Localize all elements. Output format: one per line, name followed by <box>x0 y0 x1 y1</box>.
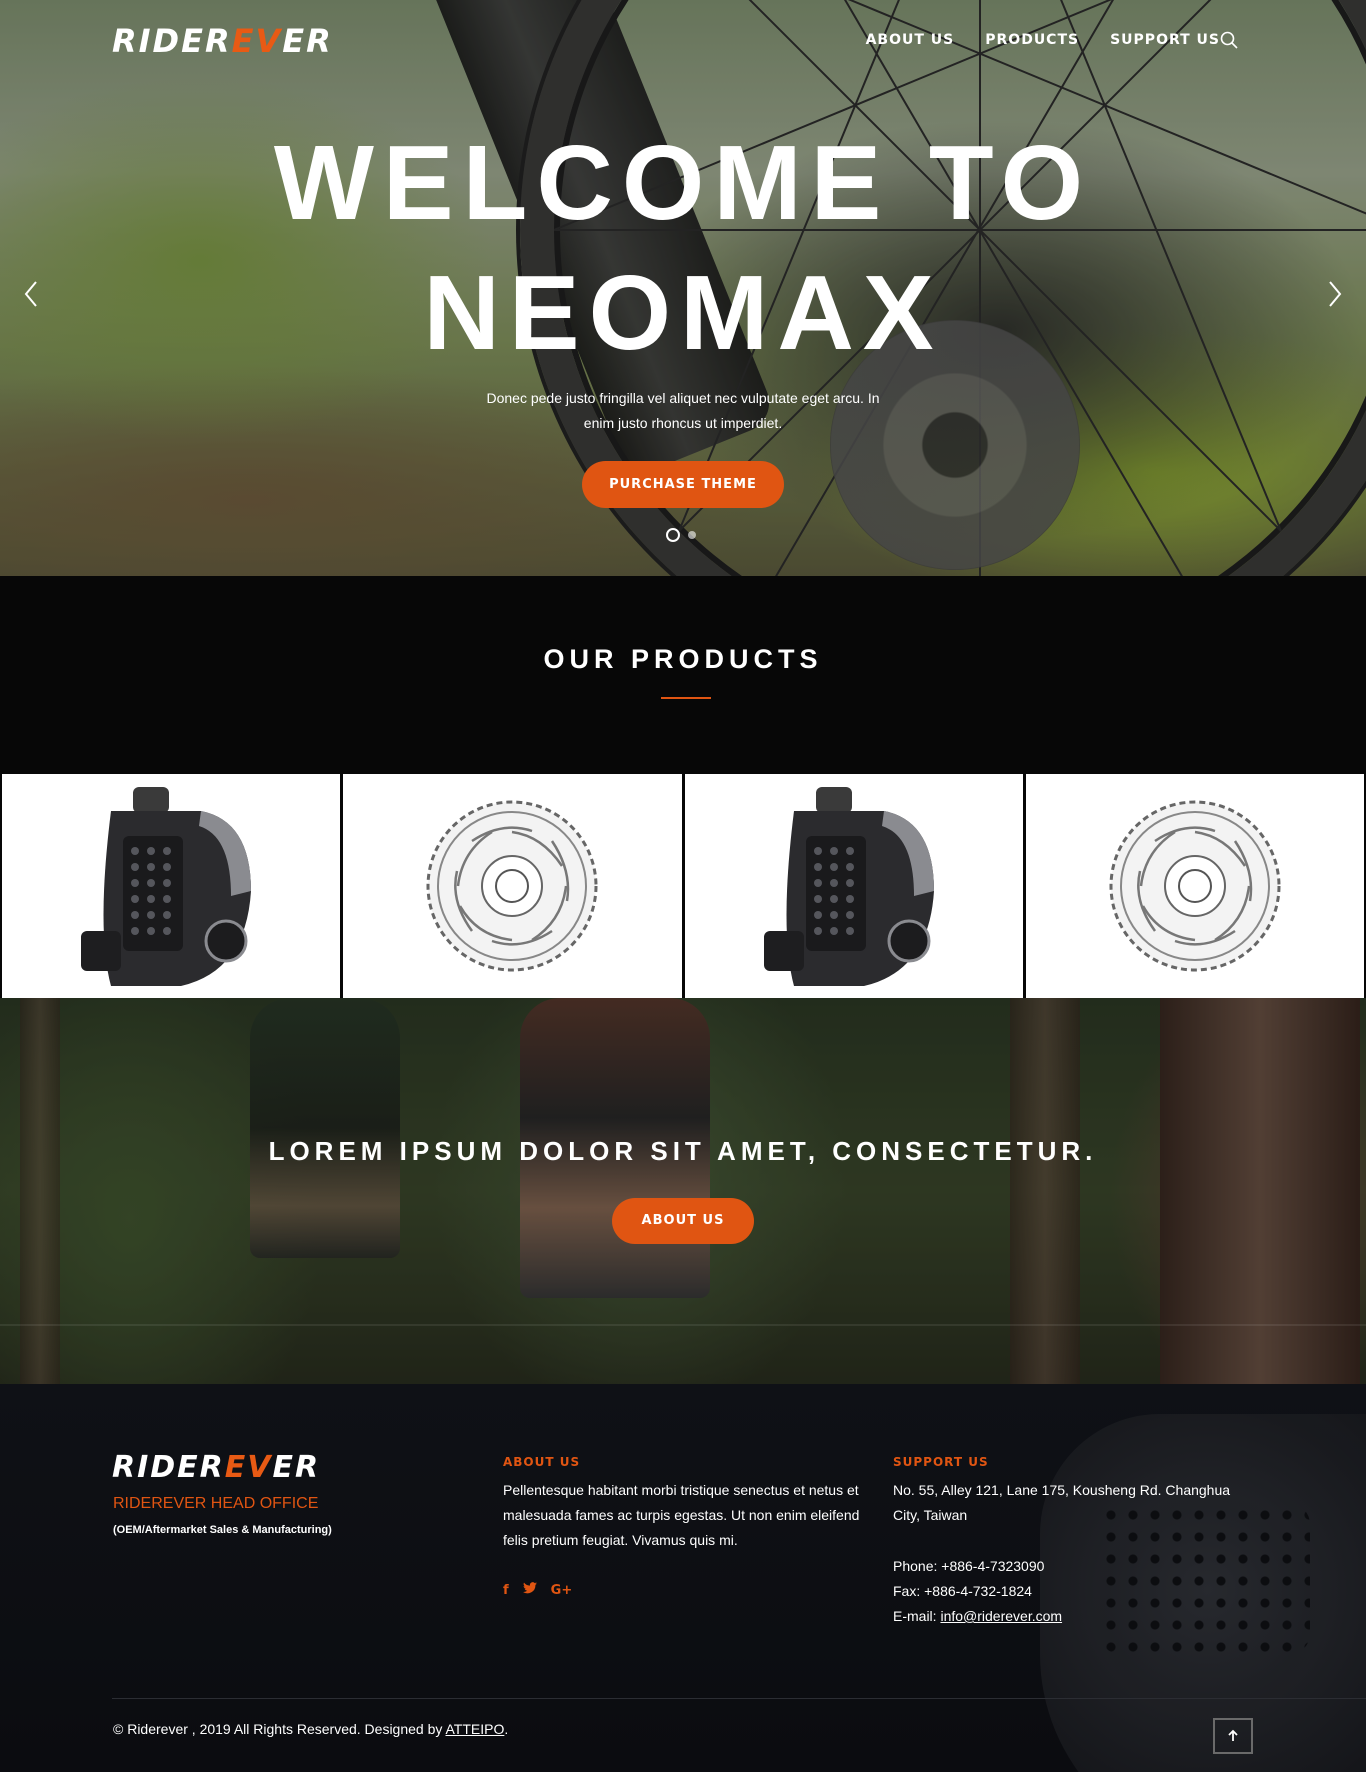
footer-divider <box>112 1698 1366 1699</box>
brake-caliper-image <box>763 787 934 986</box>
office-title: RIDEREVER HEAD OFFICE <box>113 1495 319 1512</box>
fax-text: Fax: +886-4-732-1824 <box>893 1583 1032 1599</box>
arrow-up-icon <box>1228 1729 1238 1741</box>
brake-rotor-image <box>426 800 598 972</box>
product-card-brake-caliper[interactable] <box>2 774 341 998</box>
designer-link[interactable]: ATTEIPO <box>446 1721 505 1737</box>
about-heading: ABOUT US <box>503 1455 581 1469</box>
google-plus-icon[interactable]: G+ <box>551 1583 573 1598</box>
hero-slider: RIDEREVER ABOUT US PRODUCTS SUPPORT US W… <box>0 0 1366 576</box>
social-links: f G+ <box>503 1582 572 1598</box>
top-navigation: RIDEREVER ABOUT US PRODUCTS SUPPORT US <box>0 0 1366 84</box>
nav-link-products[interactable]: PRODUCTS <box>985 32 1079 48</box>
banner-title: LOREM IPSUM DOLOR SIT AMET, CONSECTETUR. <box>268 1136 1098 1166</box>
brake-rotor-image <box>1109 800 1281 972</box>
slide-dot-2[interactable] <box>688 531 696 539</box>
search-icon[interactable] <box>1220 31 1238 49</box>
footer-logo[interactable]: RIDEREVER <box>112 1450 320 1485</box>
support-heading: SUPPORT US <box>893 1455 989 1469</box>
twitter-icon[interactable] <box>522 1582 537 1598</box>
hero-description: Donec pede justo fringilla vel aliquet n… <box>486 390 880 431</box>
product-card-brake-rotor[interactable] <box>343 774 682 998</box>
address-text: No. 55, Alley 121, Lane 175, Kousheng Rd… <box>893 1482 1231 1523</box>
about-text: Pellentesque habitant morbi tristique se… <box>503 1482 860 1548</box>
email-link[interactable]: info@riderever.com <box>940 1608 1062 1624</box>
nav-link-support-us[interactable]: SUPPORT US <box>1110 32 1220 48</box>
title-divider <box>661 697 711 699</box>
slider-pagination <box>666 528 696 542</box>
nav-menu: ABOUT US PRODUCTS SUPPORT US <box>866 32 1220 48</box>
nav-link-about-us[interactable]: ABOUT US <box>866 32 955 48</box>
phone-text: Phone: +886-4-7323090 <box>893 1558 1045 1574</box>
caliper-background-image <box>1040 1414 1366 1772</box>
site-footer: RIDEREVER RIDEREVER HEAD OFFICE (OEM/Aft… <box>0 1384 1366 1772</box>
product-card-brake-rotor[interactable] <box>1025 774 1364 998</box>
brake-caliper-image <box>81 787 252 986</box>
site-logo[interactable]: RIDEREVER <box>112 22 333 60</box>
product-card-brake-caliper[interactable] <box>684 774 1023 998</box>
cta-banner: LOREM IPSUM DOLOR SIT AMET, CONSECTETUR.… <box>0 998 1366 1384</box>
office-subtitle: (OEM/Aftermarket Sales & Manufacturing) <box>113 1524 332 1536</box>
purchase-theme-button[interactable]: PURCHASE THEME <box>582 461 784 508</box>
about-us-button[interactable]: ABOUT US <box>612 1198 754 1244</box>
email-line: E-mail: info@riderever.com <box>893 1608 1063 1624</box>
section-title: OUR PRODUCTS <box>543 644 823 674</box>
hero-title: WELCOME TO NEOMAX <box>273 124 1093 372</box>
copyright-text: © Riderever , 2019 All Rights Reserved. … <box>113 1721 509 1737</box>
back-to-top-button[interactable] <box>1213 1718 1253 1754</box>
facebook-icon[interactable]: f <box>503 1583 509 1598</box>
slide-dot-1[interactable] <box>666 528 680 542</box>
products-section: OUR PRODUCTS <box>0 576 1366 998</box>
product-grid <box>2 774 1364 998</box>
